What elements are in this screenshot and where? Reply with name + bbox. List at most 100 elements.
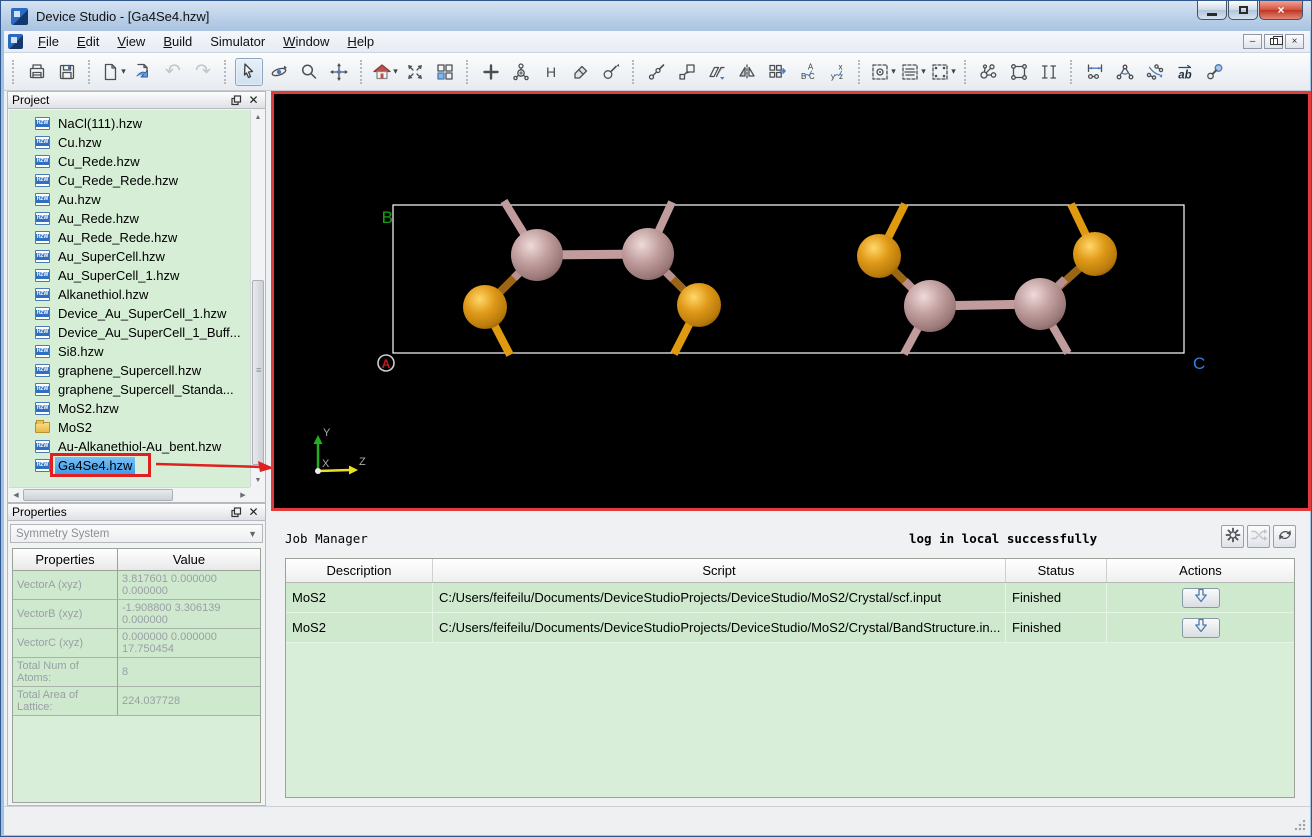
scrollbar-thumb[interactable]: [23, 489, 173, 501]
toolbar-handle[interactable]: [360, 60, 365, 84]
menu-build[interactable]: Build: [154, 32, 201, 51]
home-view-button[interactable]: ▾: [371, 58, 399, 86]
mdi-restore-button[interactable]: [1264, 34, 1283, 49]
measure-dihedral-button[interactable]: [1141, 58, 1169, 86]
toolbar-handle[interactable]: [466, 60, 471, 84]
tree-item-nacl-111-hzw[interactable]: HZWNaCl(111).hzw: [9, 114, 250, 133]
edit-bond-button[interactable]: [643, 58, 671, 86]
dropdown-caret-icon[interactable]: ▾: [891, 66, 896, 77]
redo-button[interactable]: ↷: [189, 58, 217, 86]
se-atom[interactable]: [677, 283, 721, 327]
swap-axes-xz-button[interactable]: xyz: [823, 58, 851, 86]
tree-item-au-rede-rede-hzw[interactable]: HZWAu_Rede_Rede.hzw: [9, 228, 250, 247]
maximize-button[interactable]: [1228, 1, 1258, 20]
ga-atom[interactable]: [511, 229, 563, 281]
dropdown-caret-icon[interactable]: ▾: [951, 66, 956, 77]
job-settings-button[interactable]: [1221, 525, 1244, 548]
select-style-button[interactable]: ▾: [869, 58, 897, 86]
rotate-view-button[interactable]: [265, 58, 293, 86]
se-atom[interactable]: [857, 234, 901, 278]
undo-button[interactable]: ↶: [159, 58, 187, 86]
se-atom[interactable]: [1073, 232, 1117, 276]
tree-item-au-supercell-1-hzw[interactable]: HZWAu_SuperCell_1.hzw: [9, 266, 250, 285]
pan-view-button[interactable]: [325, 58, 353, 86]
tree-item-au-alkanethiol-au-bent-hzw[interactable]: HZWAu-Alkanethiol-Au_bent.hzw: [9, 437, 250, 456]
toolbar-handle[interactable]: [964, 60, 969, 84]
download-result-button[interactable]: [1182, 588, 1220, 608]
show-cell-atoms-button[interactable]: [1005, 58, 1033, 86]
eraser-button[interactable]: [567, 58, 595, 86]
tree-item-mos2-hzw[interactable]: HZWMoS2.hzw: [9, 399, 250, 418]
tile-view-button[interactable]: [431, 58, 459, 86]
add-hydrogen-button[interactable]: H: [537, 58, 565, 86]
toolbar-handle[interactable]: [12, 60, 17, 84]
panel-float-button[interactable]: [229, 506, 244, 519]
scroll-left-icon[interactable]: ◀: [9, 488, 23, 502]
measure-distance-button[interactable]: [1081, 58, 1109, 86]
menu-edit[interactable]: Edit: [68, 32, 108, 51]
minimize-button[interactable]: [1197, 1, 1227, 20]
mirror-button[interactable]: [733, 58, 761, 86]
panel-close-button[interactable]: ✕: [246, 94, 261, 107]
job-transfer-button[interactable]: [1247, 525, 1270, 548]
toolbar-handle[interactable]: [224, 60, 229, 84]
scroll-right-icon[interactable]: ▶: [236, 488, 250, 502]
tree-item-ga4se4-hzw[interactable]: HZWGa4Se4.hzw: [9, 456, 250, 475]
toolbar-handle[interactable]: [1070, 60, 1075, 84]
tree-item-mos2[interactable]: ▷MoS2: [9, 418, 250, 437]
tree-item-graphene-supercell-hzw[interactable]: HZWgraphene_Supercell.hzw: [9, 361, 250, 380]
tree-item-alkanethiol-hzw[interactable]: HZWAlkanethiol.hzw: [9, 285, 250, 304]
toolbar-handle[interactable]: [858, 60, 863, 84]
tree-horizontal-scrollbar[interactable]: ◀ ▶: [9, 487, 250, 501]
extend-cell-button[interactable]: [673, 58, 701, 86]
tree-item-graphene-supercell-standa-[interactable]: HZWgraphene_Supercell_Standa...: [9, 380, 250, 399]
zoom-view-button[interactable]: [295, 58, 323, 86]
menu-simulator[interactable]: Simulator: [201, 32, 274, 51]
vector-ab-button[interactable]: ab: [1171, 58, 1199, 86]
molecule[interactable]: [463, 201, 1117, 355]
dropdown-caret-icon[interactable]: ▾: [921, 66, 926, 77]
dropdown-caret-icon[interactable]: ▾: [393, 66, 398, 77]
structure-viewport[interactable]: B A C Y Z X: [271, 91, 1311, 511]
save-button[interactable]: [53, 58, 81, 86]
tree-item-au-hzw[interactable]: HZWAu.hzw: [9, 190, 250, 209]
tree-item-cu-rede-hzw[interactable]: HZWCu_Rede.hzw: [9, 152, 250, 171]
panel-float-button[interactable]: [229, 94, 244, 107]
show-cell-edges-button[interactable]: [1035, 58, 1063, 86]
bond-length-button[interactable]: [1201, 58, 1229, 86]
ga-atom[interactable]: [622, 228, 674, 280]
tree-vertical-scrollbar[interactable]: ▲ ▼: [250, 110, 264, 487]
add-fragment-button[interactable]: [507, 58, 535, 86]
scroll-up-icon[interactable]: ▲: [251, 110, 265, 124]
menu-file[interactable]: File: [29, 32, 68, 51]
menu-help[interactable]: Help: [338, 32, 383, 51]
select-cursor-button[interactable]: [235, 58, 263, 86]
scrollbar-thumb[interactable]: [252, 280, 264, 465]
draw-bond-button[interactable]: [597, 58, 625, 86]
mdi-minimize-button[interactable]: –: [1243, 34, 1262, 49]
tree-item-au-rede-hzw[interactable]: HZWAu_Rede.hzw: [9, 209, 250, 228]
align-style-button[interactable]: ▾: [899, 58, 927, 86]
resize-grip[interactable]: [1294, 819, 1306, 831]
title-bar[interactable]: Device Studio - [Ga4Se4.hzw] ×: [1, 1, 1311, 31]
dropdown-caret-icon[interactable]: ▾: [121, 66, 126, 77]
tree-item-device-au-supercell-1-buff-[interactable]: HZWDevice_Au_SuperCell_1_Buff...: [9, 323, 250, 342]
cleave-surface-button[interactable]: [703, 58, 731, 86]
menu-view[interactable]: View: [108, 32, 154, 51]
add-atom-button[interactable]: [477, 58, 505, 86]
close-button[interactable]: ×: [1259, 1, 1303, 20]
swap-lattice-ac-button[interactable]: ABC: [793, 58, 821, 86]
scroll-down-icon[interactable]: ▼: [251, 473, 265, 487]
job-refresh-button[interactable]: [1273, 525, 1296, 548]
lattice-style-button[interactable]: ▾: [929, 58, 957, 86]
se-atom[interactable]: [463, 285, 507, 329]
new-file-button[interactable]: ▾: [99, 58, 127, 86]
ga-atom[interactable]: [1014, 278, 1066, 330]
fit-view-button[interactable]: [401, 58, 429, 86]
tree-item-au-supercell-hzw[interactable]: HZWAu_SuperCell.hzw: [9, 247, 250, 266]
tree-item-cu-hzw[interactable]: HZWCu.hzw: [9, 133, 250, 152]
printer-button[interactable]: [23, 58, 51, 86]
mdi-close-button[interactable]: ×: [1285, 34, 1304, 49]
toolbar-handle[interactable]: [632, 60, 637, 84]
measure-angle-button[interactable]: [1111, 58, 1139, 86]
